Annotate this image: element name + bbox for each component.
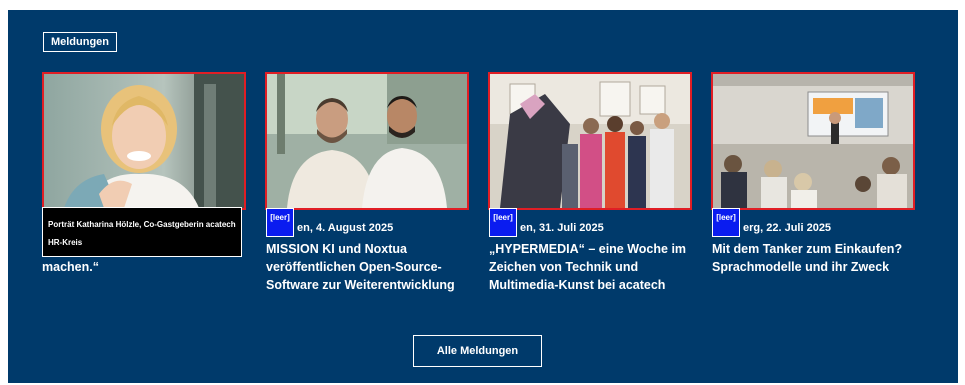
- presentation-photo: [713, 74, 913, 208]
- news-card-4[interactable]: [711, 72, 915, 210]
- news-date-4: erg, 22. Juli 2025: [743, 222, 832, 234]
- news-image-4[interactable]: [711, 72, 915, 210]
- caption-line-1: Porträt Katharina Hölzle, Co-Gastgeberin…: [48, 220, 236, 229]
- news-title-1[interactable]: machen.“: [42, 258, 247, 276]
- news-card-3[interactable]: [488, 72, 692, 210]
- leer-badge-4: [leer]: [712, 208, 740, 237]
- news-title-3[interactable]: „HYPERMEDIA“ – eine Woche im Zeichen von…: [489, 240, 694, 294]
- all-news-button[interactable]: Alle Meldungen: [413, 335, 542, 367]
- leer-badge-3: [leer]: [489, 208, 517, 237]
- portrait-image[interactable]: [42, 72, 246, 210]
- image-caption: Porträt Katharina Hölzle, Co-Gastgeberin…: [42, 207, 242, 257]
- news-date-2: en, 4. August 2025: [297, 222, 394, 234]
- news-image-2[interactable]: [265, 72, 469, 210]
- news-date-3: en, 31. Juli 2025: [520, 222, 604, 234]
- news-title-2[interactable]: MISSION KI und Noxtua veröffentlichen Op…: [266, 240, 471, 294]
- event-crowd-photo: [490, 74, 690, 208]
- two-men-photo: [267, 74, 467, 208]
- news-card-1[interactable]: [42, 72, 246, 210]
- news-tag-button[interactable]: Meldungen: [43, 32, 117, 52]
- leer-badge-2: [leer]: [266, 208, 294, 237]
- news-image-3[interactable]: [488, 72, 692, 210]
- caption-line-2: HR-Kreis: [48, 238, 83, 247]
- news-card-2[interactable]: [265, 72, 469, 210]
- news-section: Meldungen Porträt Katharina Hölzle, Co-G…: [8, 10, 958, 383]
- portrait-photo: [44, 74, 244, 208]
- news-title-4[interactable]: Mit dem Tanker zum Einkaufen? Sprachmode…: [712, 240, 917, 276]
